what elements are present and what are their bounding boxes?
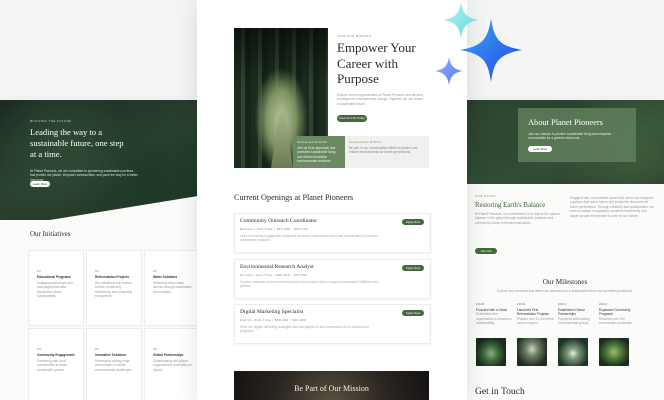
apply-now-button[interactable]: Apply Now [402,219,424,225]
initiative-title: Reforestation Projects [95,275,130,279]
job-desc: Lead community engagement programs and b… [240,234,378,243]
initiative-title: Community Engagement [37,353,75,357]
story-desc: At Planet Pioneers, our commitment is to… [475,212,560,225]
job-meta: Remote • Full-Time • $45,000 - $55,000 [240,227,308,231]
job-listing-card[interactable]: Digital Marketing Specialist Hybrid • Fu… [234,304,431,344]
milestone-title: Established Global Partnerships [558,308,585,317]
careers-page-preview: JOIN OUR MISSION Empower Your Career wit… [197,0,467,400]
job-desc: Drive our digital marketing strategies a… [240,325,369,334]
initiative-card[interactable]: 03 Water Solutions Delivering clean wate… [144,250,198,326]
right-page-preview: About Planet Pioneers Join our mission t… [466,100,664,400]
initiative-card[interactable]: 06 Global Partnerships Collaborating wit… [144,328,198,400]
sparkle-star-icon [435,57,463,85]
mission-title: Be Part of Our Mission [294,384,369,393]
about-overlay-box: About Planet Pioneers Join our mission t… [518,108,636,162]
initiatives-title: Our Initiatives [30,230,71,238]
openings-title: Current Openings at Planet Pioneers [234,193,354,202]
initiative-number: 01 [37,269,42,273]
hero-description: Explore current opportunities at Planet … [337,93,424,106]
initiative-card[interactable]: 02 Reforestation Projects Our initiative… [86,250,142,326]
milestone-year: 2019 [517,302,526,306]
hero-title: Empower Your Career with Purpose [337,40,416,86]
hero-learn-more-button[interactable]: Learn More [30,181,50,187]
initiative-title: Water Solutions [153,275,178,279]
hero-headline: Leading the way to a sustainable future,… [30,127,124,159]
initiative-number: 05 [95,347,100,351]
milestone-title: Launched First Reforestation Program [517,308,550,317]
about-desc: Join our mission to pioneer sustainable … [528,132,612,141]
contact-title: Get in Touch [475,386,525,397]
apply-now-button[interactable]: Apply Now [402,265,424,271]
hero-eyebrow: BUILDING THE FUTURE [30,119,72,123]
milestones-subtitle: Explore key moments that reflect our ded… [497,289,633,293]
milestone-card: 2018 Founded with a Vision Established t… [476,302,514,370]
initiative-card[interactable]: 04 Community Engagement Partnering with … [28,328,84,400]
initiative-desc: Our initiatives help restore forests, en… [95,281,133,299]
milestone-card: 2021 Established Global Partnerships Par… [558,302,596,370]
initiative-desc: Collaborating with global organizations … [153,359,192,372]
job-title: Digital Marketing Specialist [240,309,304,315]
job-meta: Hybrid • Full-Time • $50,000 - $60,000 [240,318,307,322]
story-title: Restoring Earth's Balance [475,202,546,209]
feature-box-text: Join us in an approach that promotes sus… [297,146,336,164]
initiative-title: Innovative Solutions [95,353,127,357]
initiative-desc: Engaging workshops and campaigns that ra… [37,281,73,299]
job-desc: Conduct research on environmental issues… [240,280,378,289]
initiative-number: 04 [37,347,42,351]
about-learn-more-button[interactable]: Learn More [528,146,552,152]
job-listing-card[interactable]: Community Outreach Coordinator Remote • … [234,213,431,253]
milestone-year: 2018 [476,302,485,306]
job-meta: On-site • Full-Time • $60,000 - $70,000 [240,273,308,277]
about-title: About Planet Pioneers [528,118,603,127]
job-listing-card[interactable]: Environmental Research Analyst On-site •… [234,259,431,299]
milestone-image [517,338,547,366]
story-eyebrow: OUR STORY [475,194,497,198]
story-side-text: Engaged with communities around the worl… [570,196,654,218]
initiative-desc: Partnering with local communities to fos… [37,359,68,372]
feature-box-title: Sustainable Efforts [349,140,382,144]
feature-box-text: Be part of our conservation efforts to p… [349,146,418,155]
milestone-desc: Established the organization to champion… [476,312,512,326]
join-mission-button[interactable]: Join Our Mission [475,248,497,259]
feature-box-green: Sustained Growth Join us in an approach … [293,136,345,168]
initiative-desc: Developing cutting-edge technologies to … [95,359,133,372]
initiative-card[interactable]: 05 Innovative Solutions Developing cutti… [86,328,142,400]
milestone-image [476,338,506,366]
find-your-fit-button[interactable]: Find Your Fit Today [337,115,367,122]
job-title: Community Outreach Coordinator [240,218,318,224]
milestone-desc: Planted over 10,000 trees across regions… [517,316,554,326]
sparkle-star-icon [460,18,522,82]
feature-box-title: Sustained Growth [297,140,328,144]
milestone-year: 2023 [599,302,608,306]
left-page-preview: BUILDING THE FUTURE Leading the way to a… [0,100,198,400]
mission-banner: Be Part of Our Mission [234,371,429,400]
milestone-year: 2021 [558,302,567,306]
hero-diagonal-cut [0,196,198,228]
milestone-card: 2019 Launched First Reforestation Progra… [517,302,555,370]
hero-eyebrow: JOIN OUR MISSION [337,34,372,38]
milestone-image [558,338,588,366]
milestone-image [599,338,629,366]
initiative-title: Global Partnerships [153,353,184,357]
feature-box-gray: Sustainable Efforts Be part of our conse… [345,136,429,168]
initiative-number: 03 [153,269,158,273]
milestone-card: 2023 Expanded Community Programs Reached… [599,302,637,370]
initiative-number: 02 [95,269,100,273]
milestone-title: Expanded Community Programs [599,308,631,317]
apply-now-button[interactable]: Apply Now [402,310,424,316]
milestone-desc: Partnered with leading environmental gro… [558,316,590,326]
milestone-desc: Reached over 100 communities worldwide. [599,316,633,326]
initiative-number: 06 [153,347,158,351]
milestones-title: Our Milestones [542,278,588,286]
job-title: Environmental Research Analyst [240,264,314,270]
initiative-desc: Delivering clean water access through su… [153,281,192,294]
initiative-card[interactable]: 01 Educational Programs Engaging worksho… [28,250,84,326]
initiative-title: Educational Programs [37,275,71,279]
